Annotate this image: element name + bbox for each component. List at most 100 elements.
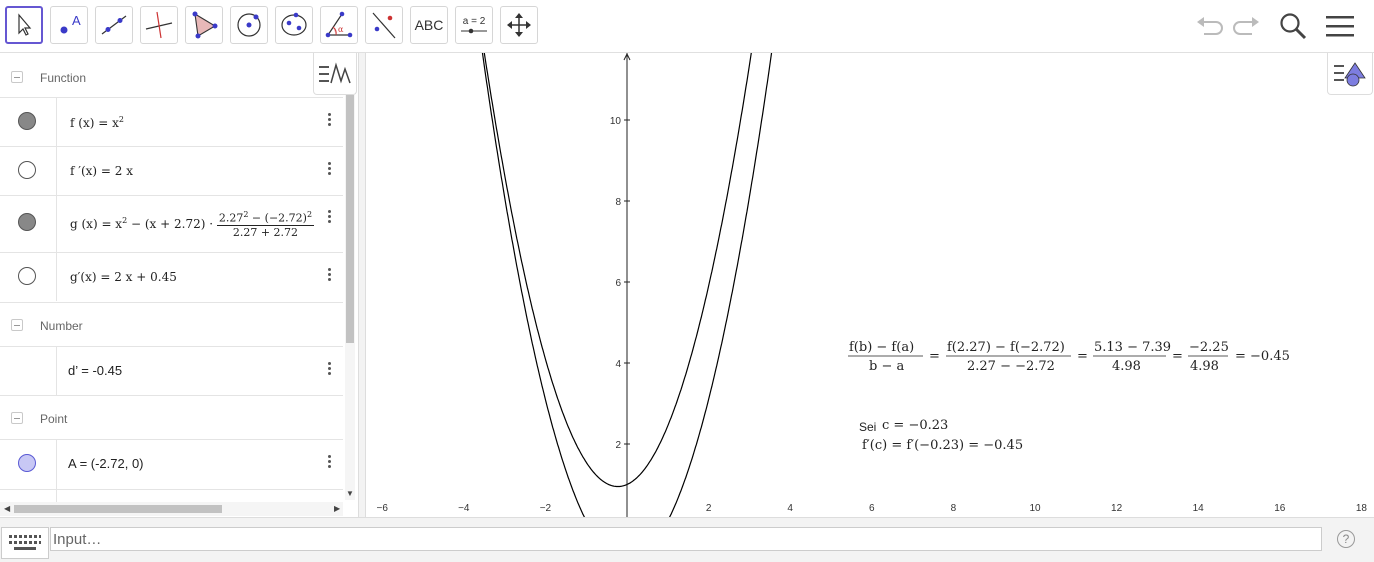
group-label: Point	[40, 412, 68, 426]
algebra-row-fprime[interactable]: f ′(x) = 2 x	[0, 146, 343, 195]
x-tick-label: −2	[540, 503, 552, 514]
collapse-icon[interactable]	[11, 71, 23, 83]
scroll-left-icon[interactable]: ◀	[4, 504, 10, 513]
scroll-thumb[interactable]	[14, 505, 222, 513]
redo-button[interactable]	[1229, 8, 1265, 44]
group-function[interactable]: Function	[0, 55, 343, 99]
x-tick-label: 4	[787, 503, 793, 514]
algebra-row-gprime[interactable]: g′(x) = 2 x + 0.45	[0, 252, 343, 301]
input-field[interactable]	[50, 527, 1322, 551]
slider-tool[interactable]: a = 2	[455, 6, 493, 44]
row-menu-icon[interactable]	[326, 160, 332, 178]
move-graphics-tool[interactable]	[500, 6, 538, 44]
sei-label: Sei	[859, 420, 876, 434]
view-divider[interactable]	[358, 53, 366, 517]
expr-d: d’ = -0.45	[68, 363, 123, 378]
y-tick-label: 2	[615, 440, 621, 451]
row-menu-icon[interactable]	[326, 266, 332, 284]
group-label: Number	[40, 319, 83, 333]
circle-tool[interactable]	[230, 6, 268, 44]
algebra-vertical-scrollbar[interactable]	[345, 95, 355, 500]
scroll-down-icon[interactable]: ▼	[346, 489, 354, 498]
perpendicular-tool[interactable]	[140, 6, 178, 44]
keyboard-icon	[9, 535, 41, 550]
row-menu-icon[interactable]	[326, 453, 332, 471]
point-tool[interactable]: A	[50, 6, 88, 44]
keyboard-button[interactable]	[1, 527, 49, 559]
collapse-icon[interactable]	[11, 319, 23, 331]
text-tool[interactable]: ABC	[410, 6, 448, 44]
expr-A: A = (-2.72, 0)	[68, 456, 144, 471]
graphics-canvas[interactable]: −6 −4 −2 2 4 6 8 10 12 14 16 18 2 4 6 8 10 f(b) − f(a) b…	[366, 53, 1374, 517]
y-tick-label: 10	[610, 116, 622, 127]
formula-eq3: =	[1172, 349, 1183, 364]
formula-eq1: =	[929, 349, 940, 364]
arrow-icon	[18, 13, 32, 36]
algebra-row-A[interactable]: A = (-2.72, 0)	[0, 439, 343, 489]
x-tick-label: 18	[1356, 503, 1368, 514]
menu-icon	[1326, 16, 1354, 37]
formula-frac4-num: −2.25	[1189, 340, 1229, 355]
graphics-style-button[interactable]	[1327, 53, 1373, 95]
text-icon: ABC	[414, 17, 444, 33]
visibility-toggle[interactable]	[18, 112, 36, 130]
y-tick-label: 8	[615, 197, 621, 208]
ellipse-icon	[281, 12, 307, 36]
scroll-right-icon[interactable]: ▶	[334, 504, 340, 513]
row-menu-icon[interactable]	[326, 360, 332, 378]
formula-frac2-num: f(2.27) − f(−2.72)	[947, 340, 1065, 355]
line-icon	[101, 15, 127, 35]
svg-text:A: A	[72, 13, 81, 28]
y-tick-label: 4	[615, 359, 621, 370]
group-number[interactable]: Number	[0, 302, 343, 346]
graphics-view[interactable]: −6 −4 −2 2 4 6 8 10 12 14 16 18 2 4 6 8 10 f(b) − f(a) b…	[366, 53, 1374, 517]
algebra-view: Function f (x) = x2 f ′(x) = 2 x g (x) =…	[0, 53, 358, 517]
formula-frac3-den: 4.98	[1112, 359, 1141, 374]
conic-tool[interactable]	[275, 6, 313, 44]
slider-label: a = 2	[462, 15, 486, 27]
menu-button[interactable]	[1322, 8, 1358, 44]
undo-icon	[1197, 17, 1223, 35]
move-tool[interactable]	[5, 6, 43, 44]
x-tick-label: 2	[706, 503, 712, 514]
expr-gprime: g′(x) = 2 x + 0.45	[70, 270, 177, 284]
redo-icon	[1233, 17, 1259, 35]
formula-frac2-den: 2.27 − −2.72	[967, 359, 1055, 374]
group-label: Function	[40, 71, 87, 85]
algebra-row-d[interactable]: d’ = -0.45	[0, 346, 343, 395]
x-tick-label: 10	[1029, 503, 1041, 514]
visibility-toggle[interactable]	[18, 267, 36, 285]
sei-text[interactable]: Sei c = −0.23 f′(c) = f′(−0.23) = −0.45	[859, 418, 1023, 453]
visibility-toggle[interactable]	[18, 213, 36, 231]
expr-g: g (x) = x2 − (x + 2.72) · 2.272 − (−2.72…	[70, 210, 315, 239]
angle-tool[interactable]: α	[320, 6, 358, 44]
search-button[interactable]	[1275, 8, 1311, 44]
help-icon[interactable]: ?	[1337, 530, 1355, 548]
line-tool[interactable]	[95, 6, 133, 44]
algebra-style-button[interactable]	[313, 53, 357, 95]
formula-frac1-num: f(b) − f(a)	[849, 340, 914, 355]
mean-value-formula[interactable]: f(b) − f(a) b − a = f(2.27) − f(−2.72) 2…	[848, 340, 1290, 374]
row-menu-icon[interactable]	[326, 111, 332, 129]
visibility-toggle[interactable]	[18, 454, 36, 472]
algebra-horizontal-scrollbar[interactable]	[0, 502, 343, 516]
svg-text:α: α	[338, 25, 344, 34]
undo-button[interactable]	[1191, 8, 1227, 44]
slider-icon	[461, 28, 487, 33]
circle-icon	[237, 13, 261, 37]
scroll-thumb[interactable]	[346, 95, 354, 343]
row-menu-icon[interactable]	[326, 208, 332, 226]
visibility-toggle[interactable]	[18, 161, 36, 179]
angle-icon: α	[325, 11, 353, 38]
input-bar: ?	[0, 517, 1374, 562]
perpendicular-icon	[145, 11, 173, 39]
reflect-tool[interactable]	[365, 6, 403, 44]
group-point[interactable]: Point	[0, 395, 343, 439]
polygon-tool[interactable]	[185, 6, 223, 44]
x-tick-label: −6	[376, 503, 388, 514]
y-tick-label: 6	[615, 278, 621, 289]
algebra-row-f[interactable]: f (x) = x2	[0, 97, 343, 146]
formula-result: = −0.45	[1235, 349, 1290, 364]
algebra-row-g[interactable]: g (x) = x2 − (x + 2.72) · 2.272 − (−2.72…	[0, 195, 343, 252]
collapse-icon[interactable]	[11, 412, 23, 424]
